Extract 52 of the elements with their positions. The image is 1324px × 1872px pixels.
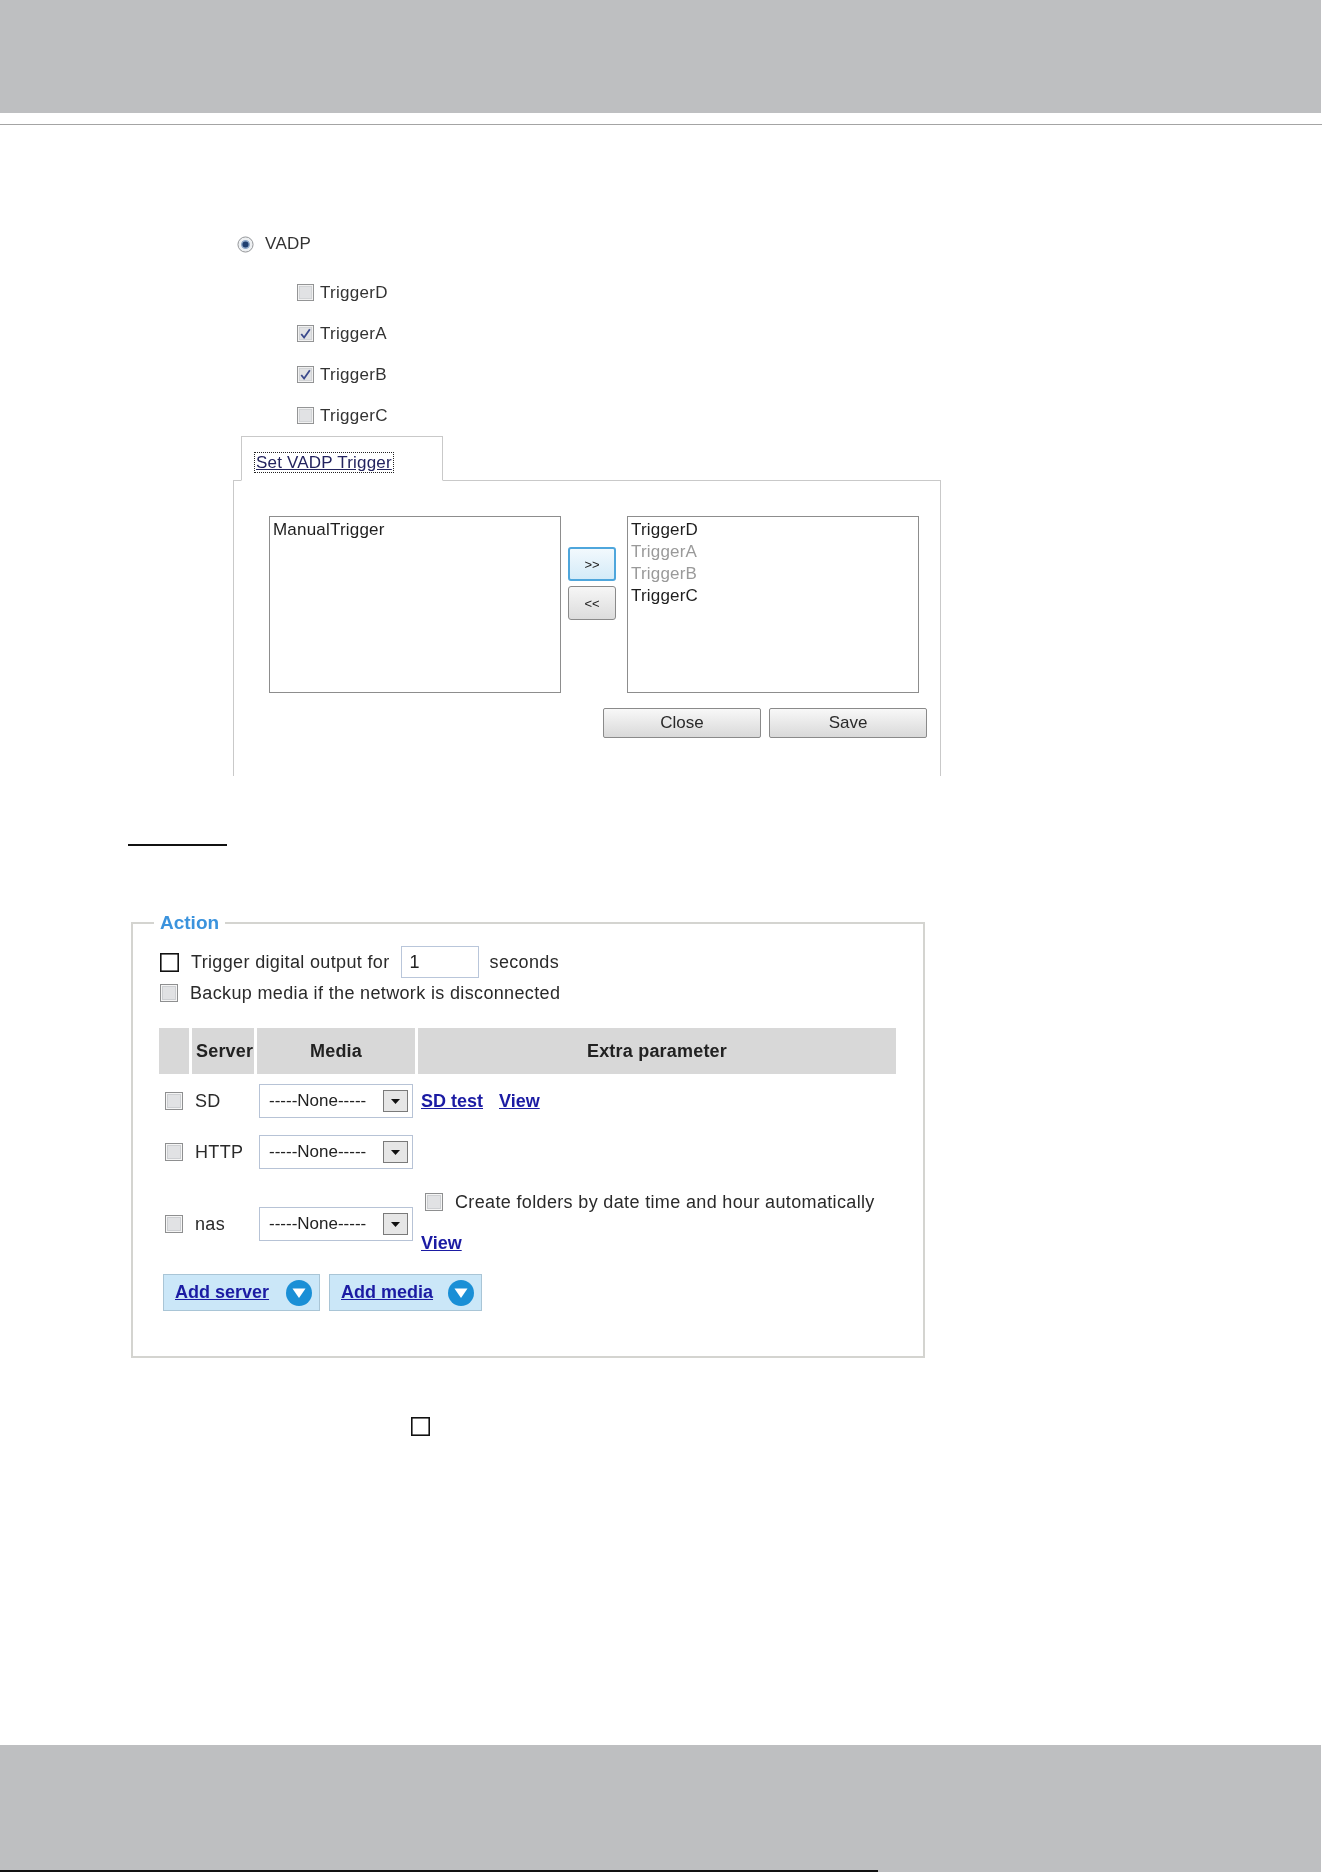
checkbox-label: TriggerC xyxy=(320,405,388,426)
media-dropdown[interactable]: -----None----- xyxy=(259,1135,413,1169)
move-button[interactable]: << xyxy=(568,586,616,620)
caret-down-icon xyxy=(383,1141,408,1163)
checkbox[interactable] xyxy=(297,407,314,424)
dialog-button[interactable]: Save xyxy=(769,708,927,738)
checkbox-label: Trigger digital output for xyxy=(191,951,390,973)
checkbox-label: TriggerB xyxy=(320,364,387,385)
column-header: Extra parameter xyxy=(418,1028,896,1074)
media-dropdown[interactable]: -----None----- xyxy=(259,1084,413,1118)
caret-down-icon xyxy=(383,1090,408,1112)
checkbox-label: TriggerD xyxy=(320,282,388,303)
list-item[interactable]: TriggerD xyxy=(631,519,699,541)
link[interactable]: View xyxy=(499,1090,540,1111)
checkbox-label: Create folders by date time and hour automatically xyxy=(455,1191,875,1213)
checkbox[interactable] xyxy=(160,984,178,1002)
checkbox[interactable] xyxy=(297,366,314,383)
radio-label: VADP xyxy=(265,234,312,254)
list-item[interactable]: ManualTrigger xyxy=(273,519,385,541)
column-header: Media xyxy=(257,1028,415,1074)
listbox[interactable]: ManualTrigger xyxy=(269,516,561,693)
add-button[interactable]: Add media xyxy=(329,1274,482,1311)
media-dropdown[interactable]: -----None----- xyxy=(259,1207,413,1241)
dialog-button[interactable]: Close xyxy=(603,708,761,738)
section-title: Action xyxy=(159,912,221,934)
checkbox[interactable] xyxy=(425,1193,443,1211)
duration-input[interactable]: 1 xyxy=(400,946,479,978)
radio-button[interactable] xyxy=(237,235,254,253)
checkbox[interactable] xyxy=(165,1143,183,1161)
checkbox[interactable] xyxy=(165,1092,183,1110)
checkbox[interactable] xyxy=(297,325,314,342)
caret-circle-icon xyxy=(286,1279,312,1306)
checkbox-label: Backup media if the network is disconnected xyxy=(190,982,561,1004)
caret-circle-icon xyxy=(448,1279,474,1306)
caret-down-icon xyxy=(383,1213,408,1235)
checkbox[interactable] xyxy=(411,1417,430,1436)
link[interactable]: SD test xyxy=(421,1090,483,1111)
column-header xyxy=(159,1028,189,1074)
checkbox[interactable] xyxy=(297,284,314,301)
link[interactable]: View xyxy=(421,1233,462,1254)
tab[interactable]: Set VADP Trigger xyxy=(241,436,443,481)
add-button[interactable]: Add server xyxy=(163,1274,320,1311)
checkbox-label: TriggerA xyxy=(320,323,387,344)
column-header: Server xyxy=(192,1028,254,1074)
unit-label: seconds xyxy=(489,951,560,973)
server-name: SD xyxy=(195,1090,221,1111)
checkbox[interactable] xyxy=(165,1215,183,1233)
server-name: HTTP xyxy=(195,1141,244,1162)
server-name: nas xyxy=(195,1213,226,1234)
list-item[interactable]: TriggerC xyxy=(631,585,699,607)
checkbox[interactable] xyxy=(160,952,179,972)
move-button[interactable]: >> xyxy=(568,547,616,581)
